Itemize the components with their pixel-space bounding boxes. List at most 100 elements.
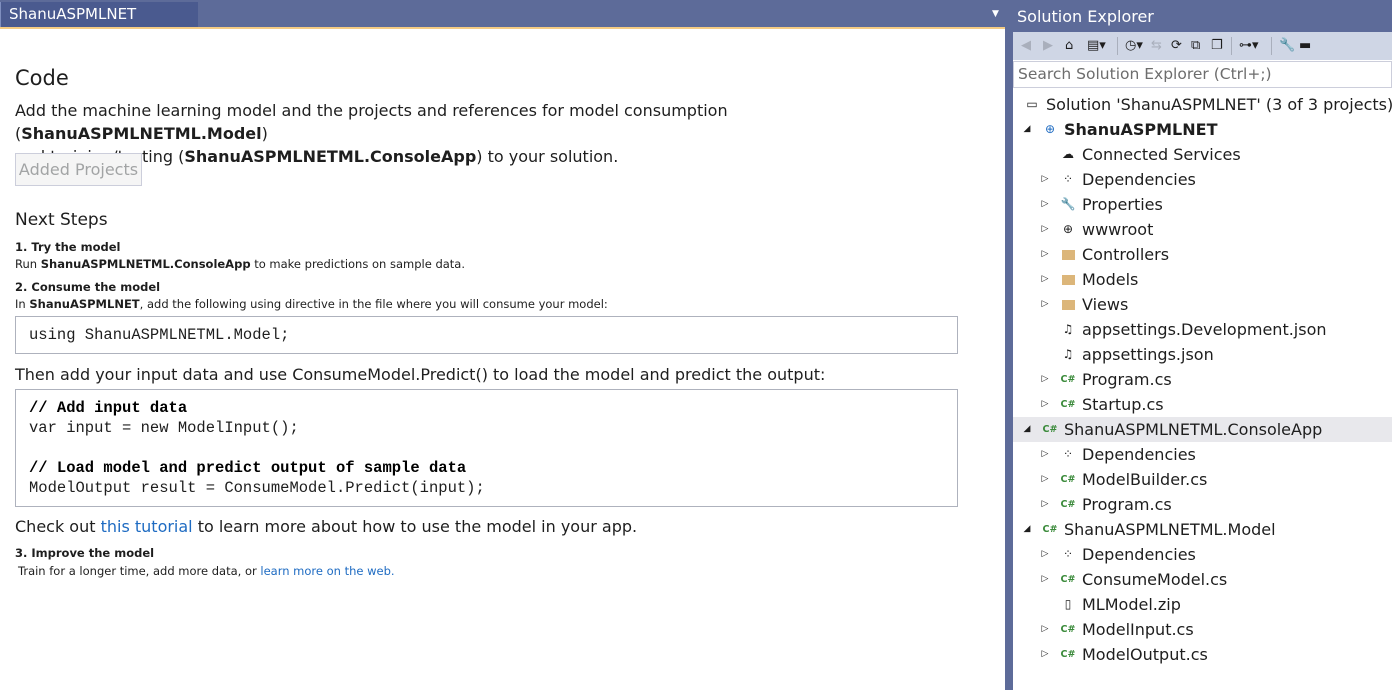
- expand-arrow-icon[interactable]: ▷: [1039, 292, 1051, 317]
- step1-title: 1. Try the model: [15, 240, 121, 254]
- view-class-diagram-icon[interactable]: ⊶▾: [1239, 37, 1259, 55]
- expand-arrow-icon[interactable]: ▷: [1039, 642, 1051, 667]
- tree-item-label: ShanuASPMLNETML.ConsoleApp: [1064, 420, 1323, 439]
- tree-item[interactable]: ▷ C# ConsumeModel.cs: [1013, 567, 1392, 592]
- step1-text: Run ShanuASPMLNETML.ConsoleApp to make p…: [15, 257, 465, 271]
- using-code-box[interactable]: using ShanuASPMLNETML.Model;: [15, 316, 958, 354]
- tree-item-label: Program.cs: [1082, 495, 1172, 514]
- expand-arrow-icon[interactable]: ▷: [1039, 267, 1051, 292]
- connected-services-icon: ☁: [1062, 147, 1074, 161]
- code-comment: // Load model and predict output of samp…: [29, 459, 467, 477]
- solution-explorer-title[interactable]: Solution Explorer: [1013, 0, 1392, 32]
- tree-item[interactable]: ▷ 🔧 Properties: [1013, 192, 1392, 217]
- predict-code-box[interactable]: // Add input data var input = new ModelI…: [15, 389, 958, 507]
- tree-item-label: Connected Services: [1082, 145, 1241, 164]
- tree-item[interactable]: ▷ C# ModelInput.cs: [1013, 617, 1392, 642]
- next-steps-heading: Next Steps: [15, 210, 108, 230]
- tree-item[interactable]: ♫ appsettings.json: [1013, 342, 1392, 367]
- forward-icon[interactable]: ▶: [1043, 37, 1053, 55]
- tree-item[interactable]: ☁ Connected Services: [1013, 142, 1392, 167]
- refresh-icon[interactable]: ⟳: [1171, 37, 1182, 55]
- solution-explorer-search-input[interactable]: Search Solution Explorer (Ctrl+;): [1013, 61, 1392, 88]
- step-text-part: Run: [15, 257, 41, 271]
- learn-more-link[interactable]: learn more on the web.: [260, 564, 394, 578]
- document-pane: ShanuASPMLNET ▼ Code Add the machine lea…: [0, 0, 1005, 690]
- expand-arrow-icon[interactable]: ▷: [1039, 192, 1051, 217]
- tree-item-project[interactable]: ◢ C# ShanuASPMLNETML.Model: [1013, 517, 1392, 542]
- show-all-files-icon[interactable]: ❐: [1211, 37, 1223, 55]
- tree-item[interactable]: ▷ ⁘ Dependencies: [1013, 542, 1392, 567]
- expand-arrow-icon[interactable]: ▷: [1039, 467, 1051, 492]
- folder-icon: [1059, 292, 1077, 319]
- switch-views-icon[interactable]: ▤▾: [1087, 37, 1106, 55]
- code-line: ModelOutput result = ConsumeModel.Predic…: [29, 479, 485, 497]
- expand-arrow-icon[interactable]: ▷: [1039, 217, 1051, 242]
- then-text: Then add your input data and use Consume…: [15, 365, 826, 384]
- wrench-icon: 🔧: [1060, 197, 1076, 211]
- expand-arrow-icon[interactable]: ▷: [1039, 392, 1051, 417]
- properties-icon[interactable]: 🔧: [1279, 37, 1295, 55]
- tree-item[interactable]: ▷ Controllers: [1013, 242, 1392, 267]
- tree-item-label: Dependencies: [1082, 445, 1196, 464]
- step-text-part: In: [15, 297, 30, 311]
- sync-icon[interactable]: ⇆: [1151, 37, 1162, 55]
- tree-item[interactable]: ▷ C# ModelBuilder.cs: [1013, 467, 1392, 492]
- collapse-arrow-icon[interactable]: ◢: [1021, 517, 1033, 542]
- home-icon[interactable]: ⌂: [1065, 37, 1073, 55]
- folder-icon: [1059, 242, 1077, 269]
- preview-selected-items-icon[interactable]: ▬: [1299, 37, 1311, 55]
- expand-arrow-icon[interactable]: ▷: [1039, 242, 1051, 267]
- expand-arrow-icon[interactable]: ▷: [1039, 542, 1051, 567]
- collapse-arrow-icon[interactable]: ◢: [1021, 417, 1033, 442]
- tree-item[interactable]: ▷ Views: [1013, 292, 1392, 317]
- tab-dropdown-icon[interactable]: ▼: [992, 9, 999, 19]
- intro-text: ): [261, 124, 268, 143]
- tree-item[interactable]: ▷ C# Startup.cs: [1013, 392, 1392, 417]
- tree-item-label: ShanuASPMLNETML.Model: [1064, 520, 1276, 539]
- tree-item-label: ModelOutput.cs: [1082, 645, 1208, 664]
- tree-item[interactable]: ▷ C# ModelOutput.cs: [1013, 642, 1392, 667]
- tree-item[interactable]: ▷ Models: [1013, 267, 1392, 292]
- visual-studio-window: ShanuASPMLNET ▼ Code Add the machine lea…: [0, 0, 1392, 690]
- solution-icon: ▭: [1026, 97, 1038, 111]
- tree-item-project[interactable]: ◢ ⊕ ShanuASPMLNET: [1013, 117, 1392, 142]
- expand-arrow-icon[interactable]: ▷: [1039, 567, 1051, 592]
- web-project-icon: ⊕: [1044, 122, 1056, 136]
- tree-item-label: ConsumeModel.cs: [1082, 570, 1228, 589]
- pending-changes-filter-icon[interactable]: ◷▾: [1125, 37, 1143, 55]
- tree-item[interactable]: ▷ ⊕ wwwroot: [1013, 217, 1392, 242]
- expand-arrow-icon[interactable]: ▷: [1039, 617, 1051, 642]
- tree-item-solution[interactable]: ▭ Solution 'ShanuASPMLNET' (3 of 3 proje…: [1013, 92, 1392, 117]
- file-icon: ▯: [1064, 597, 1072, 611]
- collapse-all-icon[interactable]: ⧉: [1191, 37, 1200, 55]
- added-projects-button[interactable]: Added Projects: [15, 153, 142, 186]
- tree-item[interactable]: ▯ MLModel.zip: [1013, 592, 1392, 617]
- back-icon[interactable]: ◀: [1021, 37, 1031, 55]
- expand-arrow-icon[interactable]: ▷: [1039, 167, 1051, 192]
- document-tab-bar: ShanuASPMLNET ▼: [0, 0, 1005, 29]
- tutorial-link[interactable]: this tutorial: [101, 517, 193, 536]
- document-tab[interactable]: ShanuASPMLNET: [0, 2, 198, 27]
- tree-item-label: Solution 'ShanuASPMLNET' (3 of 3 project…: [1046, 95, 1392, 114]
- tree-item[interactable]: ▷ ⁘ Dependencies: [1013, 167, 1392, 192]
- console-project-name: ShanuASPMLNETML.ConsoleApp: [184, 147, 477, 166]
- collapse-arrow-icon[interactable]: ◢: [1021, 117, 1033, 142]
- expand-arrow-icon[interactable]: ▷: [1039, 492, 1051, 517]
- tree-item-label: Controllers: [1082, 245, 1170, 264]
- expand-arrow-icon[interactable]: ▷: [1039, 367, 1051, 392]
- folder-icon: [1059, 267, 1077, 294]
- step-text-part: Train for a longer time, add more data, …: [18, 564, 261, 578]
- code-comment: // Add input data: [29, 399, 188, 417]
- expand-arrow-icon[interactable]: ▷: [1039, 442, 1051, 467]
- pane-splitter[interactable]: [1005, 0, 1013, 690]
- tree-item-label: Views: [1082, 295, 1129, 314]
- tree-item[interactable]: ▷ C# Program.cs: [1013, 492, 1392, 517]
- tree-item-label: appsettings.json: [1082, 345, 1214, 364]
- tree-item[interactable]: ♫ appsettings.Development.json: [1013, 317, 1392, 342]
- csharp-project-icon: C#: [1042, 424, 1058, 435]
- tree-item[interactable]: ▷ ⁘ Dependencies: [1013, 442, 1392, 467]
- tree-item-project[interactable]: ◢ C# ShanuASPMLNETML.ConsoleApp: [1013, 417, 1392, 442]
- tree-item-label: ShanuASPMLNET: [1064, 120, 1218, 139]
- step3-text: Train for a longer time, add more data, …: [18, 564, 395, 578]
- tree-item[interactable]: ▷ C# Program.cs: [1013, 367, 1392, 392]
